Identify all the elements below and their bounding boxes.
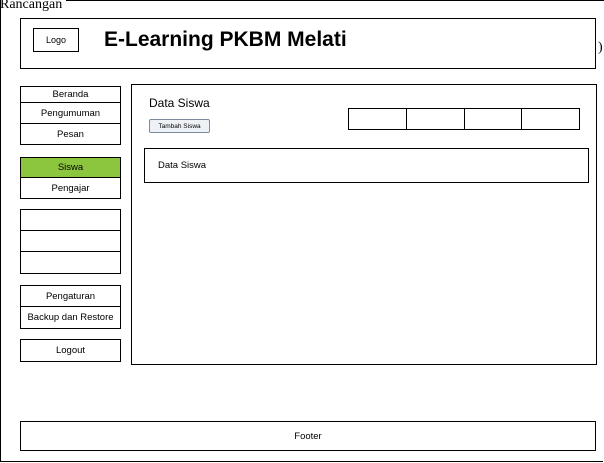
sidebar-item-empty[interactable] <box>21 252 120 273</box>
tab-bar <box>348 108 580 130</box>
logo[interactable]: Logo <box>33 28 79 52</box>
header: Logo E-Learning PKBM Melati <box>20 18 596 69</box>
page-title: Data Siswa <box>149 96 210 110</box>
sidebar-item-empty[interactable] <box>21 231 120 252</box>
sidebar-group-settings: Pengaturan Backup dan Restore <box>20 285 121 329</box>
figure-caption: Rancangan Tampilan <box>0 0 62 12</box>
tab-2[interactable] <box>407 109 465 129</box>
sidebar-group-users: Siswa Pengajar <box>20 157 121 199</box>
sidebar-group-logout: Logout <box>20 339 121 362</box>
sidebar-item-pengaturan[interactable]: Pengaturan <box>21 286 120 307</box>
add-student-button[interactable]: Tambah Siswa <box>149 119 210 133</box>
tab-1[interactable] <box>349 109 407 129</box>
panel-label: Data Siswa <box>158 160 207 171</box>
sidebar-item-pengajar[interactable]: Pengajar <box>21 178 120 198</box>
logout-button[interactable]: Logout <box>21 340 120 361</box>
edge-mark: ) <box>598 40 603 55</box>
sidebar-item-backup-restore[interactable]: Backup dan Restore <box>21 307 120 328</box>
sidebar-item-pesan[interactable]: Pesan <box>21 124 120 144</box>
tab-4[interactable] <box>522 109 579 129</box>
frame-top-line <box>66 0 604 1</box>
footer: Footer <box>20 421 596 451</box>
app-title: E-Learning PKBM Melati <box>104 28 347 51</box>
sidebar-group-empty <box>20 209 121 274</box>
student-data-panel: Data Siswa <box>144 148 589 183</box>
sidebar-group-main: Beranda Pengumuman Pesan <box>20 86 121 145</box>
main-content: Data Siswa Tambah Siswa Data Siswa <box>131 84 597 365</box>
tab-3[interactable] <box>465 109 523 129</box>
sidebar-item-siswa[interactable]: Siswa <box>21 158 120 178</box>
sidebar-item-pengumuman[interactable]: Pengumuman <box>21 103 120 124</box>
sidebar-item-empty[interactable] <box>21 210 120 231</box>
sidebar-item-beranda[interactable]: Beranda <box>21 87 120 103</box>
